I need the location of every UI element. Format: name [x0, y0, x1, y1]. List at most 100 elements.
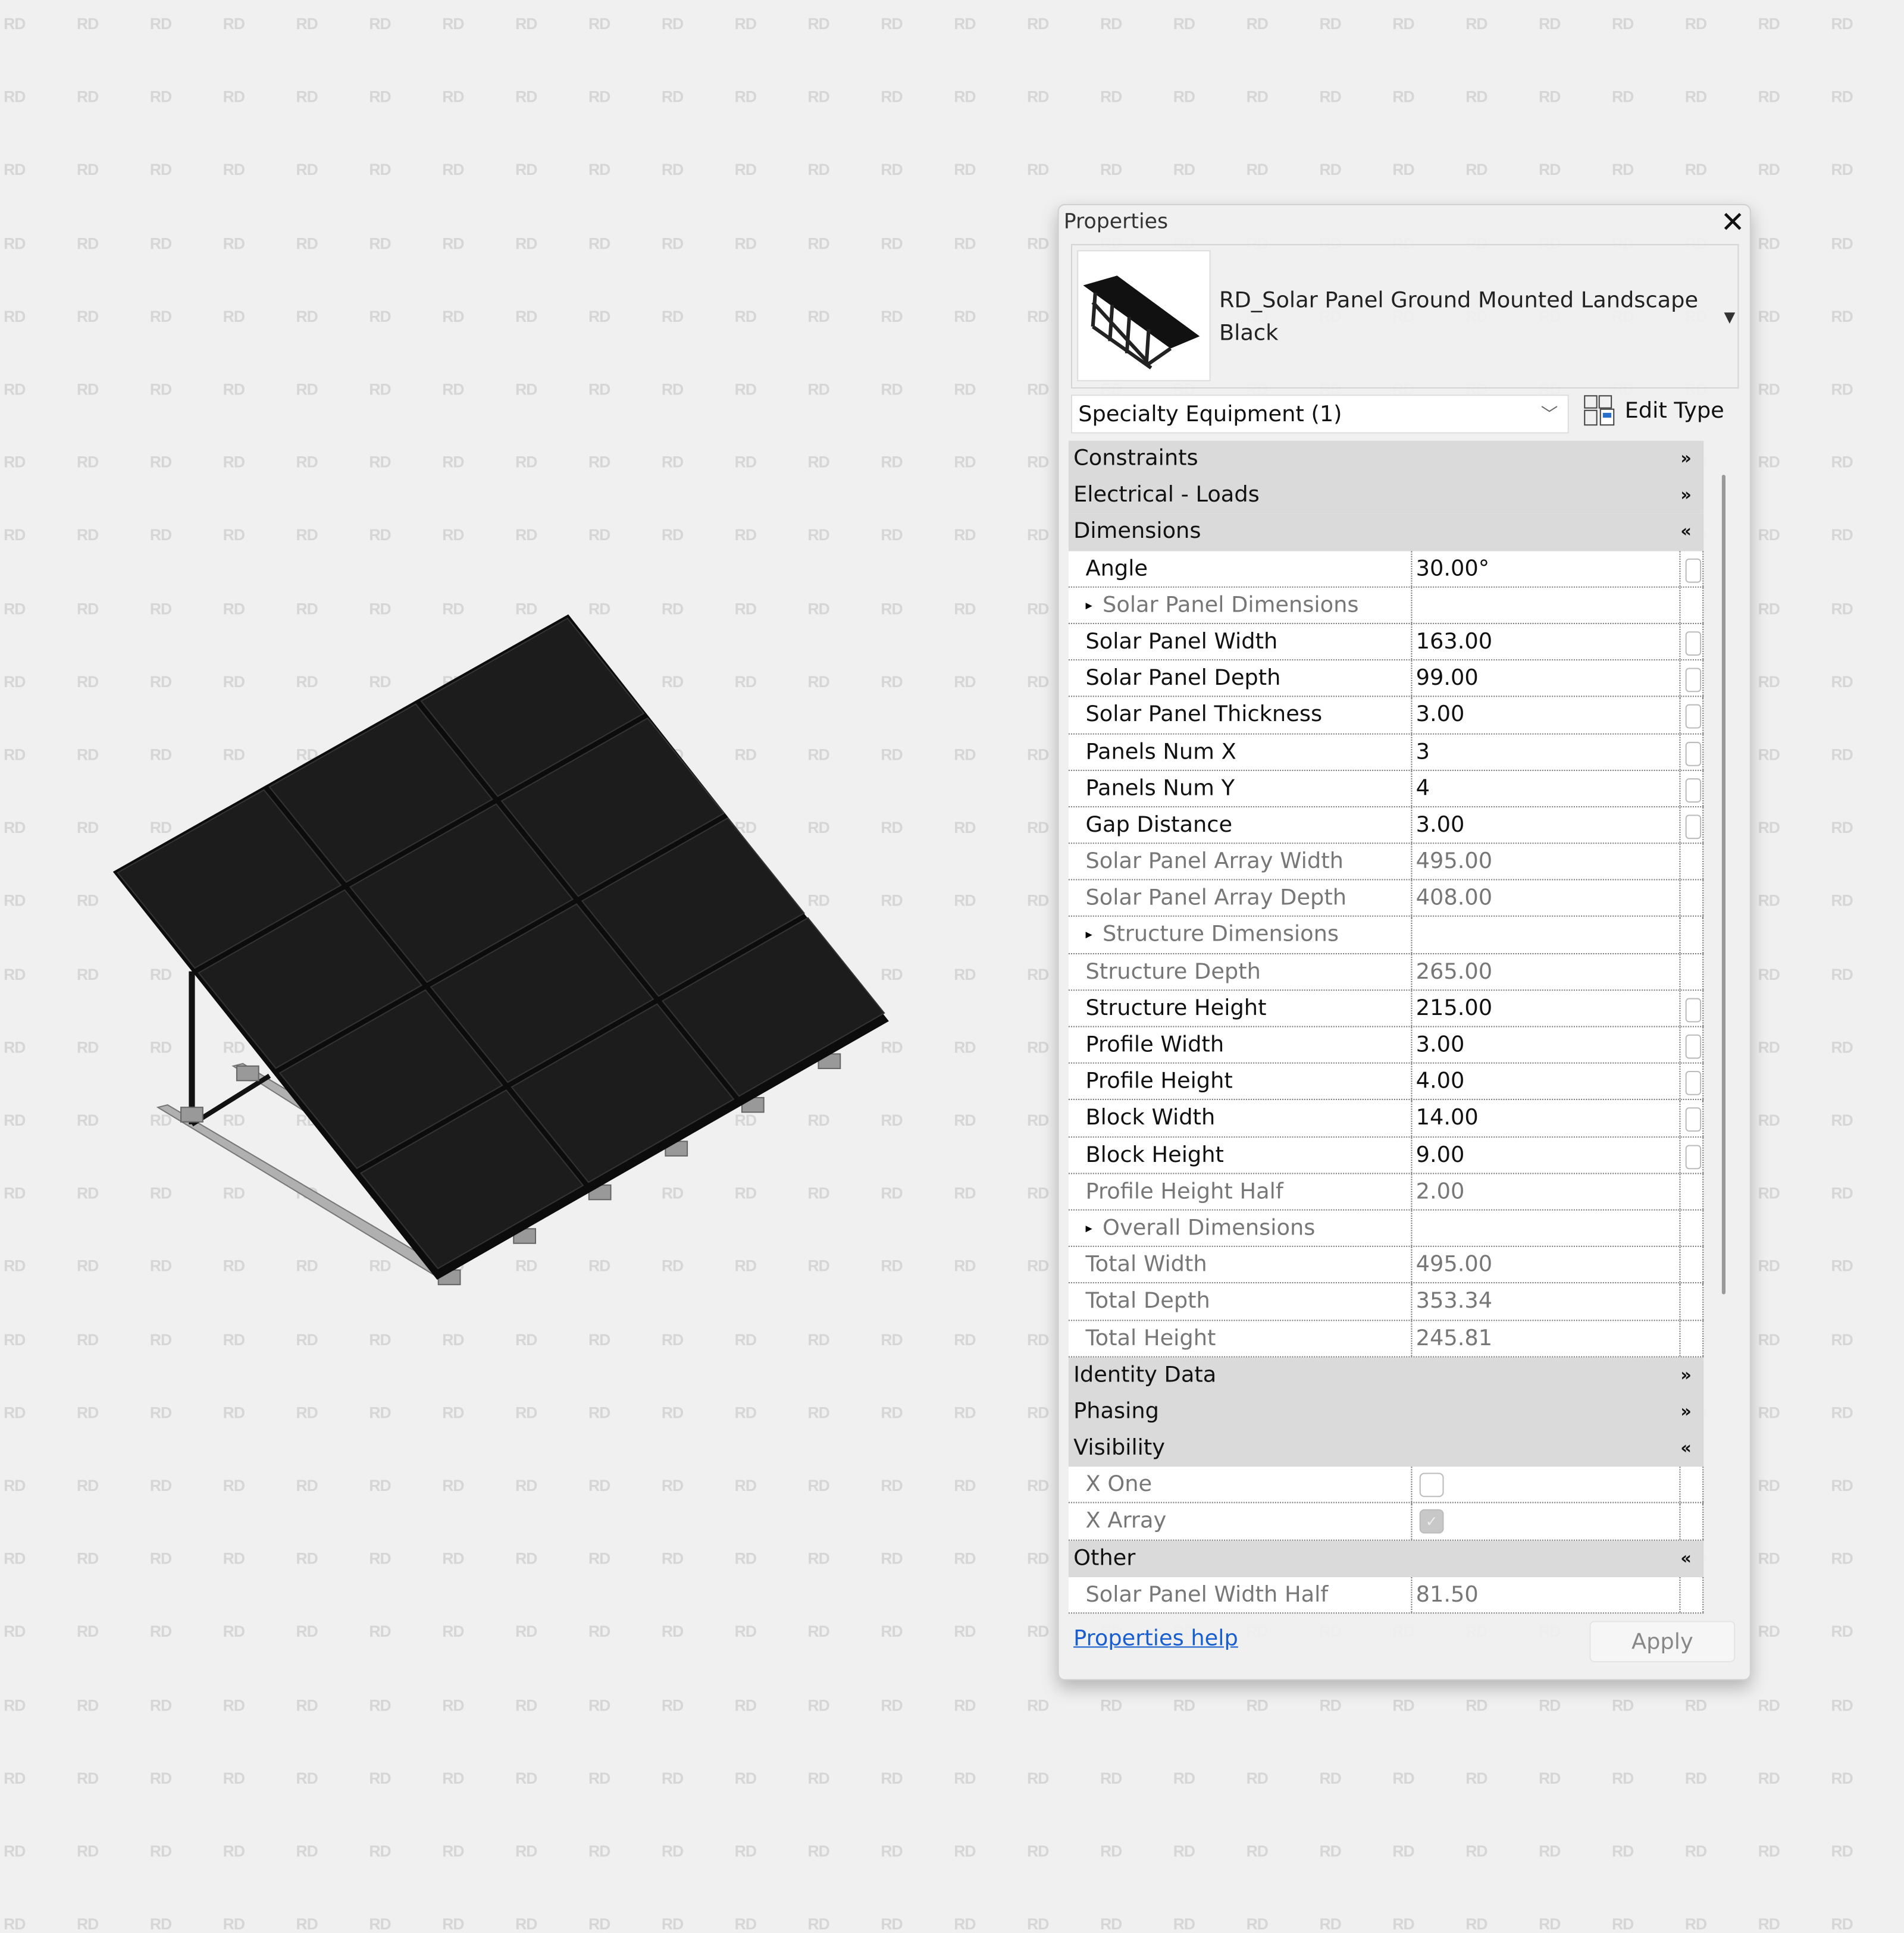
watermark: RD — [807, 1915, 830, 1933]
property-row-block-height[interactable]: Block Height 9.00 — [1068, 1137, 1704, 1174]
associate-parameter-button[interactable] — [1679, 1137, 1704, 1173]
group-other[interactable]: Other « — [1068, 1540, 1704, 1577]
property-value[interactable]: 30.00° — [1411, 550, 1680, 587]
associate-parameter-button — [1679, 954, 1704, 989]
property-row-profile-height[interactable]: Profile Height 4.00 — [1068, 1064, 1704, 1101]
properties-palette: Properties ✕ RD_Solar Panel Ground Mount… — [1057, 203, 1751, 1681]
property-row-solar-panel-thickness[interactable]: Solar Panel Thickness 3.00 — [1068, 697, 1704, 734]
associate-parameter-button — [1679, 881, 1704, 916]
watermark: RD — [661, 1915, 684, 1933]
group-dimensions[interactable]: Dimensions « — [1068, 514, 1704, 551]
associate-parameter-button[interactable] — [1679, 1100, 1704, 1136]
property-value[interactable]: 4.00 — [1411, 1064, 1680, 1099]
associate-parameter-button — [1679, 917, 1704, 953]
property-value: 495.00 — [1411, 1247, 1680, 1283]
properties-help-link[interactable]: Properties help — [1073, 1626, 1238, 1652]
associate-parameter-button — [1679, 1283, 1704, 1320]
watermark: RD — [296, 1915, 318, 1933]
property-label: Total Width — [1085, 1252, 1207, 1278]
associate-parameter-button[interactable] — [1679, 1064, 1704, 1099]
associate-parameter-button — [1679, 1247, 1704, 1283]
property-value[interactable]: 3 — [1411, 734, 1680, 770]
watermark: RD — [1246, 1915, 1269, 1933]
property-label: Solar Panel Array Width — [1085, 848, 1344, 875]
triangle-right-icon[interactable]: ▸ — [1085, 917, 1092, 954]
property-label: Profile Width — [1085, 1032, 1225, 1058]
watermark: RD — [149, 1915, 172, 1933]
foundation-block — [180, 1107, 203, 1123]
watermark: RD — [881, 1915, 903, 1933]
property-value[interactable]: 14.00 — [1411, 1100, 1680, 1136]
collapse-icon: « — [1680, 522, 1692, 542]
associate-parameter-button[interactable] — [1679, 807, 1704, 843]
property-row-structure-height[interactable]: Structure Height 215.00 — [1068, 990, 1704, 1027]
property-row-solar-panel-width-half: Solar Panel Width Half 81.50 — [1068, 1577, 1704, 1614]
associate-parameter-button[interactable] — [1679, 734, 1704, 770]
property-value[interactable]: 3.00 — [1411, 807, 1680, 843]
expand-icon: » — [1680, 1365, 1692, 1385]
property-row-gap-distance[interactable]: Gap Distance 3.00 — [1068, 807, 1704, 844]
property-value[interactable]: 163.00 — [1411, 624, 1680, 660]
property-value[interactable]: 9.00 — [1411, 1137, 1680, 1173]
property-value[interactable]: 99.00 — [1411, 660, 1680, 697]
group-label: Constraints — [1073, 445, 1198, 471]
property-label: Gap Distance — [1085, 812, 1233, 838]
property-label: Angle — [1085, 555, 1148, 581]
property-row-panels-num-x[interactable]: Panels Num X 3 — [1068, 734, 1704, 771]
property-value[interactable]: 3.00 — [1411, 697, 1680, 733]
associate-parameter-button[interactable] — [1679, 1027, 1704, 1063]
group-visibility[interactable]: Visibility « — [1068, 1430, 1704, 1467]
property-row-angle[interactable]: Angle 30.00° — [1068, 550, 1704, 588]
edit-type-button[interactable]: Edit Type — [1583, 394, 1724, 426]
watermark: RD — [4, 1915, 26, 1933]
property-label: Structure Depth — [1085, 958, 1261, 985]
property-row-panels-num-y[interactable]: Panels Num Y 4 — [1068, 770, 1704, 807]
associate-parameter-button[interactable] — [1679, 697, 1704, 733]
property-value[interactable]: 3.00 — [1411, 1027, 1680, 1063]
property-value[interactable]: 215.00 — [1411, 990, 1680, 1026]
property-label: Profile Height Half — [1085, 1179, 1283, 1204]
foundation-block — [236, 1065, 259, 1082]
watermark: RD — [734, 1915, 757, 1933]
property-row-solar-panel-array-depth: Solar Panel Array Depth 408.00 — [1068, 881, 1704, 917]
watermark: RD — [76, 1915, 99, 1933]
property-label: Total Depth — [1085, 1288, 1210, 1314]
associate-parameter-button[interactable] — [1679, 550, 1704, 587]
type-dropdown-arrow-icon[interactable]: ▼ — [1724, 308, 1735, 325]
group-label: Dimensions — [1073, 519, 1201, 545]
associate-parameter-button — [1679, 1210, 1704, 1246]
property-row-profile-height-half: Profile Height Half 2.00 — [1068, 1173, 1704, 1211]
apply-button[interactable]: Apply — [1589, 1621, 1736, 1662]
x-array-checkbox: ✓ — [1419, 1509, 1444, 1534]
property-row-solar-panel-depth[interactable]: Solar Panel Depth 99.00 — [1068, 660, 1704, 698]
expand-icon: » — [1680, 1402, 1692, 1422]
property-row-solar-panel-width[interactable]: Solar Panel Width 163.00 — [1068, 624, 1704, 661]
associate-parameter-button[interactable] — [1679, 770, 1704, 806]
watermark: RD — [1392, 1915, 1414, 1933]
group-constraints[interactable]: Constraints » — [1068, 440, 1704, 478]
watermark: RD — [1100, 1915, 1122, 1933]
property-row-profile-width[interactable]: Profile Width 3.00 — [1068, 1027, 1704, 1064]
triangle-right-icon[interactable]: ▸ — [1085, 587, 1092, 624]
group-phasing[interactable]: Phasing » — [1068, 1393, 1704, 1431]
associate-parameter-button[interactable] — [1679, 660, 1704, 697]
group-identity-data[interactable]: Identity Data » — [1068, 1356, 1704, 1394]
type-selector[interactable]: RD_Solar Panel Ground Mounted Landscape … — [1070, 244, 1739, 389]
property-value[interactable]: 4 — [1411, 770, 1680, 806]
group-label: Visibility — [1073, 1435, 1166, 1461]
property-value: 2.00 — [1411, 1173, 1680, 1210]
property-value: 245.81 — [1411, 1320, 1680, 1356]
scrollbar[interactable] — [1721, 474, 1726, 1295]
group-electrical-loads[interactable]: Electrical - Loads » — [1068, 477, 1704, 515]
associate-parameter-button[interactable] — [1679, 624, 1704, 660]
type-thumbnail — [1077, 250, 1211, 381]
type-name: RD_Solar Panel Ground Mounted Landscape … — [1219, 287, 1699, 346]
property-row-solar-panel-dimensions: ▸ Solar Panel Dimensions — [1068, 587, 1704, 624]
category-filter-dropdown[interactable]: Specialty Equipment (1) ﹀ — [1070, 394, 1569, 434]
property-row-block-width[interactable]: Block Width 14.00 — [1068, 1100, 1704, 1138]
x-one-checkbox[interactable] — [1419, 1473, 1444, 1497]
collapse-icon: « — [1680, 1549, 1692, 1568]
triangle-right-icon[interactable]: ▸ — [1085, 1211, 1092, 1247]
associate-parameter-button[interactable] — [1679, 990, 1704, 1026]
close-icon[interactable]: ✕ — [1721, 205, 1745, 239]
